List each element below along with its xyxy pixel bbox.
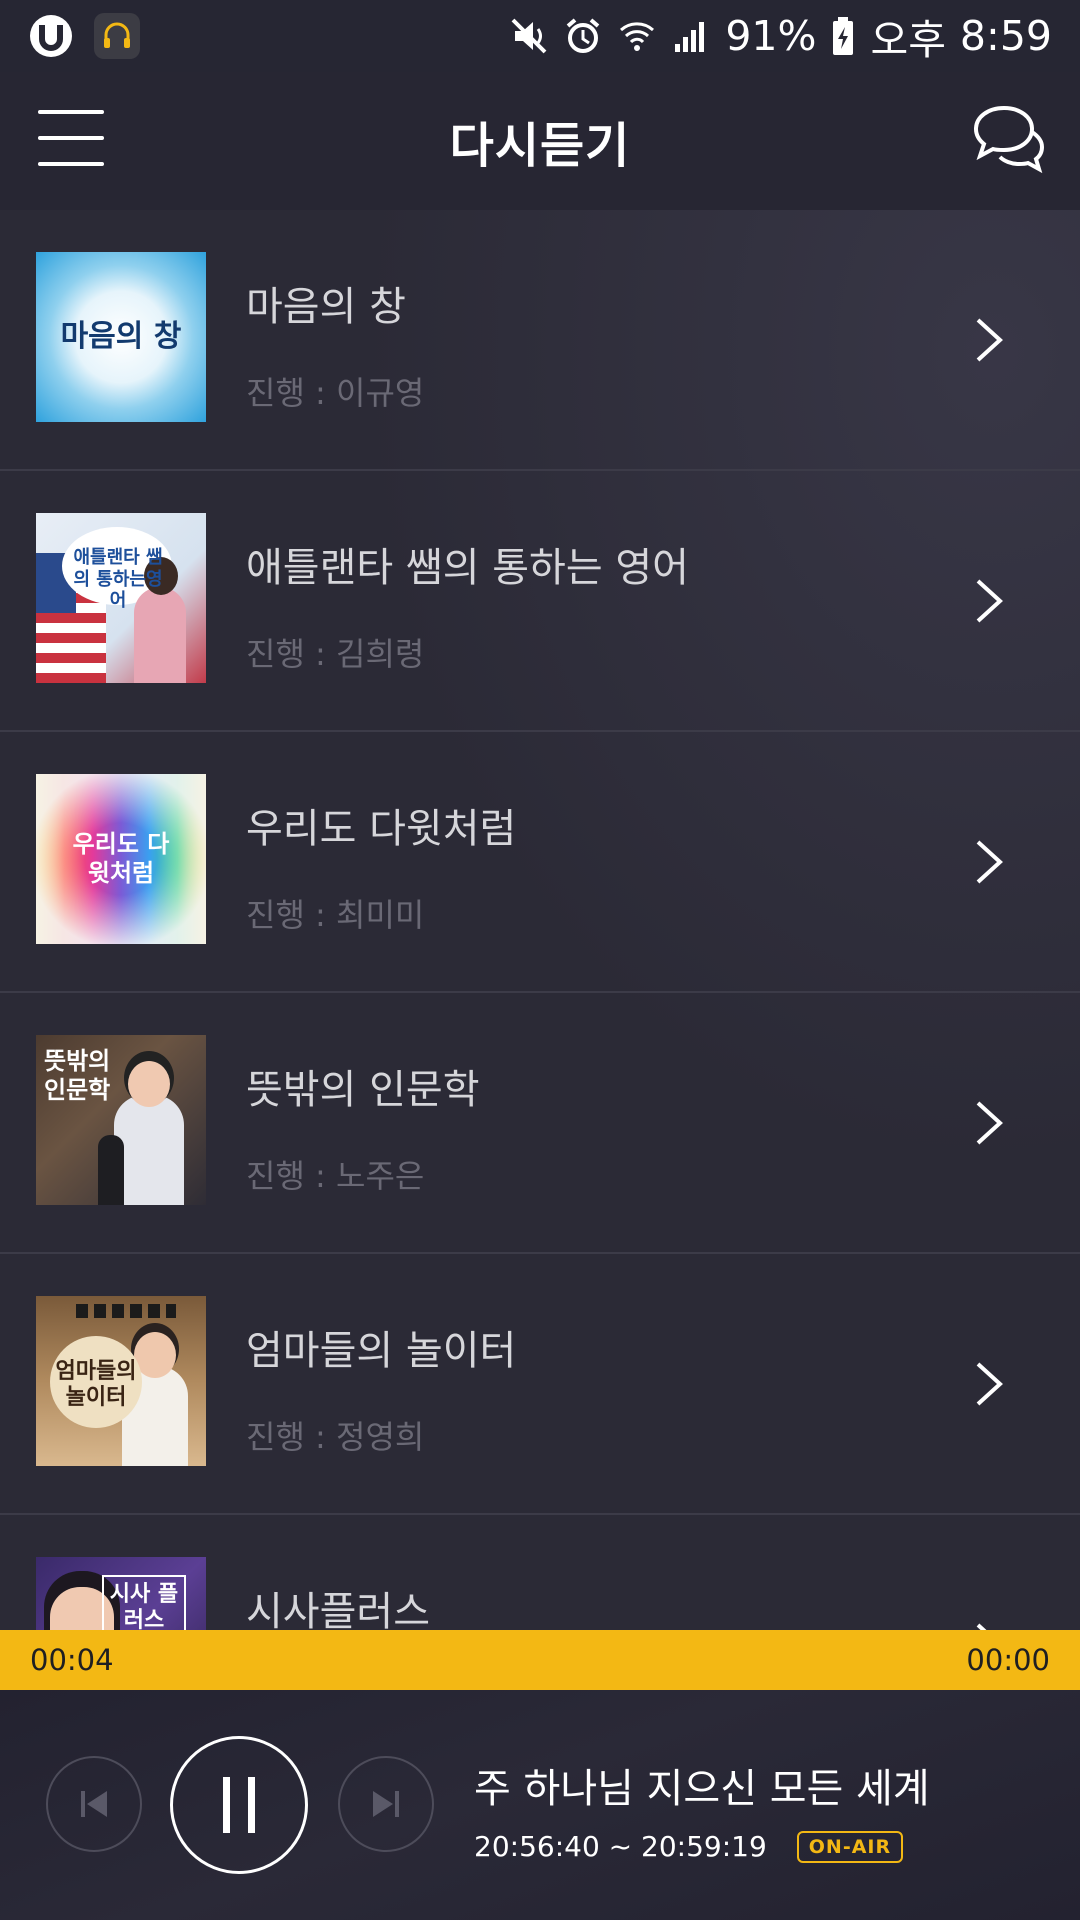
mini-player: 주 하나님 지으신 모든 세계 20:56:40 ~ 20:59:19 ON-A…	[0, 1690, 1080, 1920]
thumbnail-text: 시사 플러스	[109, 1581, 179, 1630]
chat-bubbles-icon	[973, 105, 1045, 174]
program-list: 마음의 창 마음의 창 진행 : 이규영 애틀랜타 쌤의 통하는영어 애틀랜타 …	[0, 210, 1080, 1630]
next-track-button[interactable]	[338, 1756, 434, 1852]
program-title: 애틀랜타 쌤의 통하는 영어	[246, 545, 689, 591]
list-item[interactable]: 엄마들의 놀이터 엄마들의 놀이터 진행 : 정영희	[0, 1254, 1080, 1515]
pause-button[interactable]	[170, 1736, 308, 1874]
program-thumbnail: 애틀랜타 쌤의 통하는영어	[36, 513, 206, 683]
page-title: 다시듣기	[449, 118, 631, 174]
program-title: 엄마들의 놀이터	[246, 1328, 517, 1374]
list-item[interactable]: 시사 플러스 시사플러스	[0, 1515, 1080, 1630]
menu-line	[38, 162, 104, 166]
program-title: 우리도 다윗처럼	[246, 806, 517, 852]
list-item[interactable]: 뜻밖의 인문학 뜻밖의 인문학 진행 : 노주은	[0, 993, 1080, 1254]
u-app-icon	[28, 13, 74, 59]
signal-icon	[671, 16, 711, 56]
program-title: 마음의 창	[246, 284, 406, 330]
program-host: 진행 : 노주은	[246, 1157, 425, 1195]
program-thumbnail: 시사 플러스	[36, 1557, 206, 1630]
wifi-icon	[617, 16, 657, 56]
chevron-right-icon	[976, 1623, 987, 1630]
remaining-time: 00:00	[966, 1643, 1050, 1677]
program-thumbnail: 우리도 다윗처럼	[36, 774, 206, 944]
chat-button[interactable]	[970, 102, 1046, 174]
pause-icon	[223, 1777, 255, 1833]
now-playing-time-range: 20:56:40 ~ 20:59:19	[474, 1830, 767, 1863]
menu-line	[38, 136, 104, 140]
program-thumbnail: 엄마들의 놀이터	[36, 1296, 206, 1466]
battery-charging-icon	[830, 15, 856, 57]
chevron-right-icon	[976, 1101, 1003, 1145]
mute-icon	[509, 16, 549, 56]
program-title: 시사플러스	[246, 1589, 430, 1630]
list-item[interactable]: 마음의 창 마음의 창 진행 : 이규영	[0, 210, 1080, 471]
skip-previous-icon	[81, 1791, 107, 1817]
battery-percent: 91%	[725, 12, 817, 60]
status-bar: 91% 오후 8:59	[0, 0, 1080, 72]
program-host: 진행 : 최미미	[246, 896, 425, 934]
thumbnail-text: 애틀랜타 쌤의 통하는영어	[73, 547, 163, 612]
hamburger-menu-button[interactable]	[38, 110, 104, 166]
chevron-right-icon	[976, 840, 1003, 884]
chevron-right-icon	[976, 318, 1003, 362]
on-air-badge: ON-AIR	[796, 1830, 904, 1863]
skip-next-icon	[373, 1791, 399, 1817]
program-thumbnail: 뜻밖의 인문학	[36, 1035, 206, 1205]
status-ampm: 오후	[870, 16, 946, 64]
program-thumbnail: 마음의 창	[36, 252, 206, 422]
program-title: 뜻밖의 인문학	[246, 1067, 480, 1113]
headphones-app-icon	[94, 13, 140, 59]
list-item[interactable]: 애틀랜타 쌤의 통하는영어 애틀랜타 쌤의 통하는 영어 진행 : 김희령	[0, 471, 1080, 732]
status-time: 8:59	[959, 12, 1052, 60]
program-host: 진행 : 정영희	[246, 1418, 425, 1456]
thumbnail-text: 우리도 다윗처럼	[72, 830, 170, 887]
thumbnail-text: 뜻밖의 인문학	[44, 1046, 111, 1104]
program-host: 진행 : 이규영	[246, 374, 425, 412]
thumbnail-text: 엄마들의 놀이터	[55, 1358, 137, 1411]
elapsed-time: 00:04	[30, 1643, 114, 1677]
chevron-right-icon	[976, 1362, 1003, 1406]
app-header: 다시듣기	[0, 72, 1080, 210]
chevron-right-icon	[976, 579, 1003, 623]
thumbnail-text: 마음의 창	[60, 319, 182, 354]
list-item[interactable]: 우리도 다윗처럼 우리도 다윗처럼 진행 : 최미미	[0, 732, 1080, 993]
menu-line	[38, 110, 104, 114]
program-host: 진행 : 김희령	[246, 635, 425, 673]
now-playing-title: 주 하나님 지으신 모든 세계	[474, 1766, 930, 1812]
previous-track-button[interactable]	[46, 1756, 142, 1852]
playback-progress-bar[interactable]: 00:04 00:00	[0, 1630, 1080, 1690]
alarm-icon	[563, 16, 603, 56]
